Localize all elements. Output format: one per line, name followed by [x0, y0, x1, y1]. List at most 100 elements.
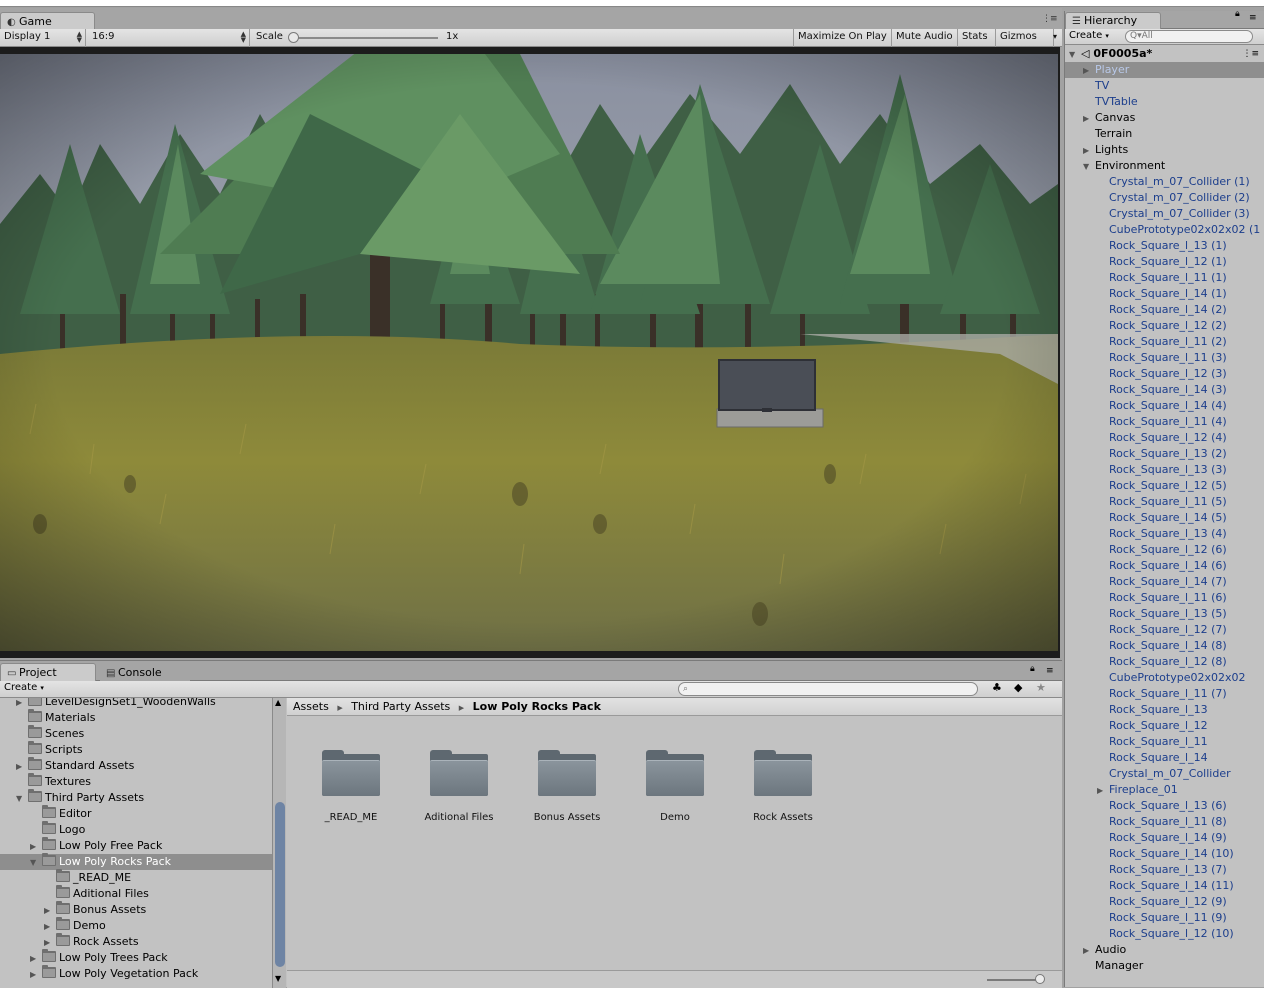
- expand-arrow-down-icon[interactable]: ▼: [30, 855, 42, 871]
- project-search-input[interactable]: ⌕: [678, 682, 978, 696]
- project-tree-item[interactable]: ▶ Bonus Assets: [0, 901, 272, 919]
- hierarchy-item[interactable]: Rock_Square_l_13 (4): [1065, 526, 1264, 542]
- hierarchy-item[interactable]: Terrain: [1065, 126, 1264, 142]
- project-tree-item[interactable]: Logo: [0, 821, 272, 838]
- hierarchy-item[interactable]: Rock_Square_l_14 (5): [1065, 510, 1264, 526]
- hierarchy-item[interactable]: CubePrototype02x02x02: [1065, 670, 1264, 686]
- favorite-star-icon[interactable]: ★: [1036, 681, 1046, 694]
- hierarchy-item[interactable]: Rock_Square_l_14 (3): [1065, 382, 1264, 398]
- hierarchy-item[interactable]: Rock_Square_l_12 (7): [1065, 622, 1264, 638]
- expand-arrow-down-icon[interactable]: ▼: [1083, 159, 1095, 175]
- stats-button[interactable]: Stats: [958, 29, 996, 47]
- hierarchy-item[interactable]: Rock_Square_l_11 (5): [1065, 494, 1264, 510]
- hierarchy-item[interactable]: Rock_Square_l_12 (1): [1065, 254, 1264, 270]
- folder-tile[interactable]: Demo: [625, 750, 725, 823]
- hierarchy-search-input[interactable]: Q▾All: [1125, 30, 1253, 43]
- expand-arrow-right-icon[interactable]: ▶: [1083, 111, 1095, 127]
- icon-size-slider-track[interactable]: [987, 979, 1039, 981]
- hierarchy-item[interactable]: CubePrototype02x02x02 (1: [1065, 222, 1264, 238]
- project-create-button[interactable]: Create ▾: [4, 682, 44, 693]
- scene-menu-icon[interactable]: ⋮≡: [1242, 46, 1259, 62]
- hierarchy-item[interactable]: Crystal_m_07_Collider (2): [1065, 190, 1264, 206]
- scene-root-row[interactable]: ▼ ◁ 0F0005a* ⋮≡: [1065, 46, 1264, 62]
- hierarchy-item[interactable]: ▶ Canvas: [1065, 110, 1264, 126]
- folder-tile[interactable]: Rock Assets: [733, 750, 833, 823]
- hierarchy-item[interactable]: Rock_Square_l_14 (8): [1065, 638, 1264, 654]
- project-tree-item[interactable]: _READ_ME: [0, 869, 272, 886]
- hierarchy-item[interactable]: ▶ Player: [1065, 62, 1264, 78]
- expand-arrow-right-icon[interactable]: ▶: [30, 839, 42, 855]
- scroll-up-icon[interactable]: ▲: [275, 698, 281, 707]
- hierarchy-item[interactable]: Rock_Square_l_11 (1): [1065, 270, 1264, 286]
- hierarchy-item[interactable]: Rock_Square_l_14 (7): [1065, 574, 1264, 590]
- breadcrumb-item-current[interactable]: Low Poly Rocks Pack: [473, 700, 601, 713]
- folder-tile[interactable]: Aditional Files: [409, 750, 509, 823]
- scrollbar-thumb[interactable]: [275, 802, 285, 967]
- aspect-select[interactable]: 16:9 ▲ ▼: [88, 29, 250, 47]
- folder-tile[interactable]: _READ_ME: [301, 750, 401, 823]
- hierarchy-item[interactable]: Rock_Square_l_12 (2): [1065, 318, 1264, 334]
- hierarchy-item[interactable]: Rock_Square_l_13 (3): [1065, 462, 1264, 478]
- hierarchy-item[interactable]: TV: [1065, 78, 1264, 94]
- tab-console[interactable]: ▤ Console: [100, 664, 190, 682]
- project-tree-item[interactable]: Aditional Files: [0, 885, 272, 902]
- hierarchy-item[interactable]: ▶ Lights: [1065, 142, 1264, 158]
- expand-arrow-right-icon[interactable]: ▶: [44, 903, 56, 919]
- maximize-on-play-button[interactable]: Maximize On Play: [793, 29, 892, 47]
- display-select[interactable]: Display 1 ▲ ▼: [0, 29, 86, 47]
- lock-icon[interactable]: 🔒︎: [1030, 664, 1035, 674]
- hierarchy-item[interactable]: Rock_Square_l_14 (4): [1065, 398, 1264, 414]
- breadcrumb-item[interactable]: Third Party Assets: [351, 700, 450, 713]
- icon-size-slider-handle[interactable]: [1035, 974, 1045, 984]
- hierarchy-item[interactable]: Rock_Square_l_12 (3): [1065, 366, 1264, 382]
- filter-by-label-icon[interactable]: ◆: [1014, 681, 1022, 694]
- hierarchy-item[interactable]: Rock_Square_l_13 (1): [1065, 238, 1264, 254]
- hierarchy-item[interactable]: ▶ Audio: [1065, 942, 1264, 958]
- panel-menu-icon[interactable]: ⋮≡: [1042, 14, 1058, 24]
- project-tree-item[interactable]: ▶ Low Poly Vegetation Pack: [0, 965, 272, 983]
- scale-slider-track[interactable]: [290, 37, 438, 39]
- tab-project[interactable]: ▭ Project: [0, 663, 96, 681]
- hierarchy-item[interactable]: Rock_Square_l_11 (2): [1065, 334, 1264, 350]
- project-tree-item[interactable]: Editor: [0, 805, 272, 822]
- hierarchy-item[interactable]: Manager: [1065, 958, 1264, 974]
- hierarchy-item[interactable]: Rock_Square_l_13 (2): [1065, 446, 1264, 462]
- hierarchy-item[interactable]: Rock_Square_l_12: [1065, 718, 1264, 734]
- hierarchy-item[interactable]: TVTable: [1065, 94, 1264, 110]
- hierarchy-item[interactable]: Rock_Square_l_12 (10): [1065, 926, 1264, 942]
- tree-scrollbar[interactable]: ▲ ▼: [272, 698, 286, 988]
- expand-arrow-right-icon[interactable]: ▶: [44, 919, 56, 935]
- hierarchy-item[interactable]: ▶ Fireplace_01: [1065, 782, 1264, 798]
- project-tree-item[interactable]: Scenes: [0, 725, 272, 742]
- expand-arrow-right-icon[interactable]: ▶: [1097, 783, 1109, 799]
- tab-game[interactable]: ◐ Game: [0, 12, 95, 30]
- panel-menu-icon[interactable]: ≡: [1046, 666, 1054, 676]
- hierarchy-item[interactable]: Rock_Square_l_14: [1065, 750, 1264, 766]
- filter-by-type-icon[interactable]: ♣: [992, 681, 1002, 694]
- hierarchy-create-button[interactable]: Create ▾: [1069, 30, 1109, 41]
- project-tree-item[interactable]: ▼ Low Poly Rocks Pack: [0, 853, 272, 871]
- hierarchy-item[interactable]: Rock_Square_l_14 (11): [1065, 878, 1264, 894]
- hierarchy-item[interactable]: Rock_Square_l_14 (1): [1065, 286, 1264, 302]
- hierarchy-item[interactable]: Crystal_m_07_Collider (1): [1065, 174, 1264, 190]
- hierarchy-item[interactable]: Rock_Square_l_11 (3): [1065, 350, 1264, 366]
- project-tree-item[interactable]: Materials: [0, 709, 272, 726]
- hierarchy-item[interactable]: Rock_Square_l_12 (8): [1065, 654, 1264, 670]
- expand-arrow-right-icon[interactable]: ▶: [30, 967, 42, 983]
- hierarchy-item[interactable]: Rock_Square_l_13 (7): [1065, 862, 1264, 878]
- expand-arrow-down-icon[interactable]: ▼: [1065, 47, 1081, 63]
- project-tree-item[interactable]: Scripts: [0, 741, 272, 758]
- hierarchy-item[interactable]: Rock_Square_l_11: [1065, 734, 1264, 750]
- expand-arrow-down-icon[interactable]: ▼: [16, 791, 28, 807]
- hierarchy-item[interactable]: Rock_Square_l_11 (4): [1065, 414, 1264, 430]
- mute-audio-button[interactable]: Mute Audio: [892, 29, 958, 47]
- hierarchy-item[interactable]: Rock_Square_l_11 (6): [1065, 590, 1264, 606]
- hierarchy-item[interactable]: Rock_Square_l_14 (2): [1065, 302, 1264, 318]
- hierarchy-item[interactable]: Crystal_m_07_Collider: [1065, 766, 1264, 782]
- folder-tile[interactable]: Bonus Assets: [517, 750, 617, 823]
- project-tree-item[interactable]: ▼ Third Party Assets: [0, 789, 272, 807]
- expand-arrow-right-icon[interactable]: ▶: [16, 759, 28, 775]
- hierarchy-item[interactable]: Rock_Square_l_12 (9): [1065, 894, 1264, 910]
- lock-icon[interactable]: 🔒︎: [1235, 9, 1240, 19]
- hierarchy-item[interactable]: Rock_Square_l_14 (10): [1065, 846, 1264, 862]
